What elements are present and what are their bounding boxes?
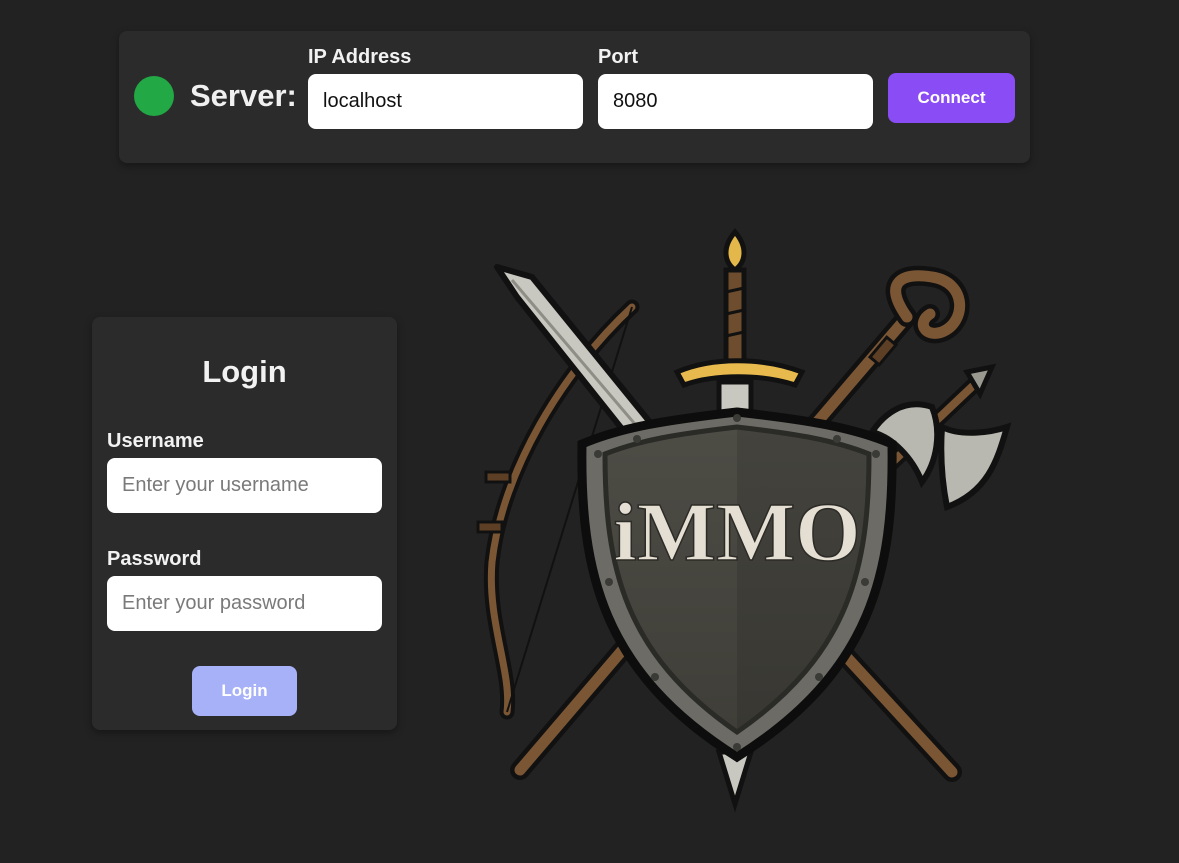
login-card: Login Username Password Login	[92, 317, 397, 730]
logo-text: iMMO	[613, 486, 860, 579]
username-input[interactable]	[107, 458, 382, 513]
port-label: Port	[598, 46, 638, 68]
connect-button[interactable]: Connect	[888, 73, 1015, 123]
password-label: Password	[107, 548, 202, 570]
username-label: Username	[107, 430, 204, 452]
port-input[interactable]	[598, 74, 873, 129]
game-logo: iMMO	[476, 228, 1012, 813]
ip-address-input[interactable]	[308, 74, 583, 129]
password-input[interactable]	[107, 576, 382, 631]
shield-icon	[577, 407, 897, 763]
server-panel: Server: IP Address Port Connect	[119, 31, 1030, 163]
login-button[interactable]: Login	[192, 666, 297, 716]
login-title: Login	[202, 354, 287, 389]
server-label: Server:	[190, 78, 297, 113]
ip-address-label: IP Address	[308, 46, 412, 68]
server-status-indicator	[134, 76, 174, 116]
